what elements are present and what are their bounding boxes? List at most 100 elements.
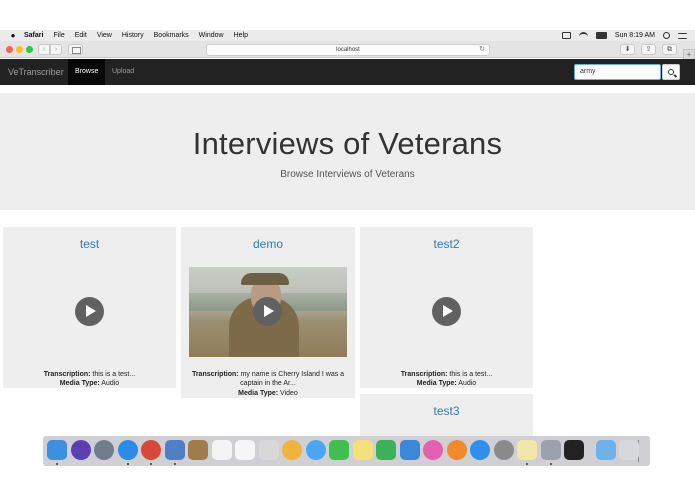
menu-edit[interactable]: Edit xyxy=(75,32,87,39)
ibooks-icon[interactable] xyxy=(446,440,467,460)
screen: ● Safari File Edit View History Bookmark… xyxy=(0,0,695,494)
dock-running-indicator xyxy=(549,463,552,465)
macos-dock xyxy=(43,436,650,466)
spotlight-search-icon[interactable] xyxy=(663,32,670,39)
downloads-button[interactable]: ⬇ xyxy=(620,44,635,55)
wifi-icon[interactable] xyxy=(578,32,588,39)
transcription-label: Transcription: xyxy=(191,371,239,378)
card-media-type: Media Type: Audio xyxy=(360,379,533,388)
siri-icon[interactable] xyxy=(70,440,91,460)
sidebar-toggle-button[interactable] xyxy=(68,44,83,55)
address-bar[interactable]: localhost ↻ xyxy=(206,44,490,56)
facetime-icon[interactable] xyxy=(329,440,349,460)
card-transcription: Transcription: my name is Cherry Island … xyxy=(181,370,355,379)
dock-running-indicator xyxy=(126,463,129,465)
card-title[interactable]: test xyxy=(3,237,176,251)
media-type-label: Media Type: xyxy=(416,380,457,387)
card-media-type: Media Type: Audio xyxy=(3,379,176,388)
page-title: Interviews of Veterans xyxy=(192,126,503,161)
dock-running-indicator xyxy=(173,463,176,465)
macos-menu-bar: ● Safari File Edit View History Bookmark… xyxy=(0,30,695,41)
card-title[interactable]: test2 xyxy=(360,237,533,251)
menu-window[interactable]: Window xyxy=(199,32,224,39)
nav-browse[interactable]: Browse xyxy=(68,59,106,85)
media-type-value: Video xyxy=(280,390,298,397)
notes-brown-icon[interactable] xyxy=(188,440,208,460)
transcription-label: Transcription: xyxy=(43,371,91,378)
card-media-type: Media Type: Video xyxy=(181,389,355,398)
interview-card-test3[interactable]: test3 xyxy=(360,394,533,436)
chrome-icon[interactable] xyxy=(141,440,161,460)
card-title[interactable]: test3 xyxy=(360,404,533,418)
card-transcription-continued: captain in the Ar... xyxy=(240,380,296,387)
interview-card-test2[interactable]: test2 Transcription: this is a test... M… xyxy=(360,227,533,388)
transcription-text: this is a test... xyxy=(92,371,136,378)
back-button[interactable]: ‹ xyxy=(38,44,50,55)
battery-icon[interactable] xyxy=(595,32,607,39)
show-tabs-button[interactable]: ⧉ xyxy=(662,44,677,55)
search-button[interactable] xyxy=(662,64,680,80)
finder-icon[interactable] xyxy=(47,440,67,460)
brand-link[interactable]: VeTranscriber xyxy=(8,59,64,85)
launchpad-icon[interactable] xyxy=(94,440,114,460)
safari-icon[interactable] xyxy=(117,440,138,460)
dock-running-indicator xyxy=(526,463,528,465)
menu-app-name[interactable]: Safari xyxy=(24,32,43,39)
jumbotron: Interviews of Veterans Browse Interviews… xyxy=(0,93,695,210)
calendar-icon[interactable] xyxy=(211,440,232,460)
media-type-label: Media Type: xyxy=(238,390,279,397)
folder-icon[interactable] xyxy=(595,440,616,460)
stickies-icon[interactable] xyxy=(517,440,537,460)
photos-preview-icon[interactable] xyxy=(258,440,279,460)
menu-history[interactable]: History xyxy=(122,32,144,39)
play-icon[interactable] xyxy=(253,297,282,326)
share-button[interactable]: ⇪ xyxy=(641,44,656,55)
menu-help[interactable]: Help xyxy=(234,32,248,39)
play-icon[interactable] xyxy=(75,297,104,326)
transcription-text: this is a test... xyxy=(449,371,493,378)
preview-icon[interactable] xyxy=(164,440,185,460)
numbers-icon[interactable] xyxy=(376,440,396,460)
system-preferences-icon[interactable] xyxy=(493,440,514,460)
forward-button[interactable]: › xyxy=(50,44,62,55)
menu-bar-status-area: Sun 8:19 AM xyxy=(561,30,687,41)
disk-utility-icon[interactable] xyxy=(540,440,561,460)
dock-running-indicator xyxy=(56,463,58,465)
interview-card-demo[interactable]: demo Transcription: my name is Cherry Is… xyxy=(181,227,355,398)
menu-bookmarks[interactable]: Bookmarks xyxy=(154,32,189,39)
search-icon xyxy=(668,69,674,75)
transcription-label: Transcription: xyxy=(400,371,448,378)
terminal-icon[interactable] xyxy=(564,440,584,460)
media-type-value: Audio xyxy=(101,380,120,387)
interview-card-test[interactable]: test Transcription: this is a test... Me… xyxy=(3,227,176,388)
trash-icon[interactable] xyxy=(619,440,639,460)
page-subtitle: Browse Interviews of Veterans xyxy=(280,169,415,180)
reminders-icon[interactable] xyxy=(235,440,255,460)
dock-running-indicator xyxy=(150,463,152,465)
media-type-label: Media Type: xyxy=(59,380,100,387)
photos-icon[interactable] xyxy=(282,440,302,460)
search-input[interactable]: army xyxy=(574,64,661,80)
itunes-icon[interactable] xyxy=(423,440,443,460)
card-transcription: Transcription: this is a test... xyxy=(3,370,176,379)
notification-center-icon[interactable] xyxy=(678,32,687,39)
play-icon[interactable] xyxy=(432,297,461,326)
reload-icon[interactable]: ↻ xyxy=(479,45,485,55)
minimize-window-button[interactable] xyxy=(16,46,23,53)
card-title[interactable]: demo xyxy=(181,237,355,251)
zoom-window-button[interactable] xyxy=(26,46,33,53)
notes-icon[interactable] xyxy=(352,440,373,460)
safari-toolbar: ‹ › localhost ↻ ⬇ ⇪ ⧉ + xyxy=(0,41,695,61)
address-bar-url: localhost xyxy=(336,47,360,53)
card-transcription: Transcription: this is a test... xyxy=(360,370,533,379)
keynote-icon[interactable] xyxy=(399,440,420,460)
apple-menu-icon[interactable]: ● xyxy=(8,31,18,40)
nav-upload[interactable]: Upload xyxy=(105,59,141,85)
close-window-button[interactable] xyxy=(6,46,13,53)
app-store-icon[interactable] xyxy=(470,440,490,460)
menu-view[interactable]: View xyxy=(97,32,112,39)
menu-clock[interactable]: Sun 8:19 AM xyxy=(615,32,655,39)
airplay-icon[interactable] xyxy=(561,32,571,39)
menu-file[interactable]: File xyxy=(53,32,64,39)
messages-icon[interactable] xyxy=(305,440,326,460)
